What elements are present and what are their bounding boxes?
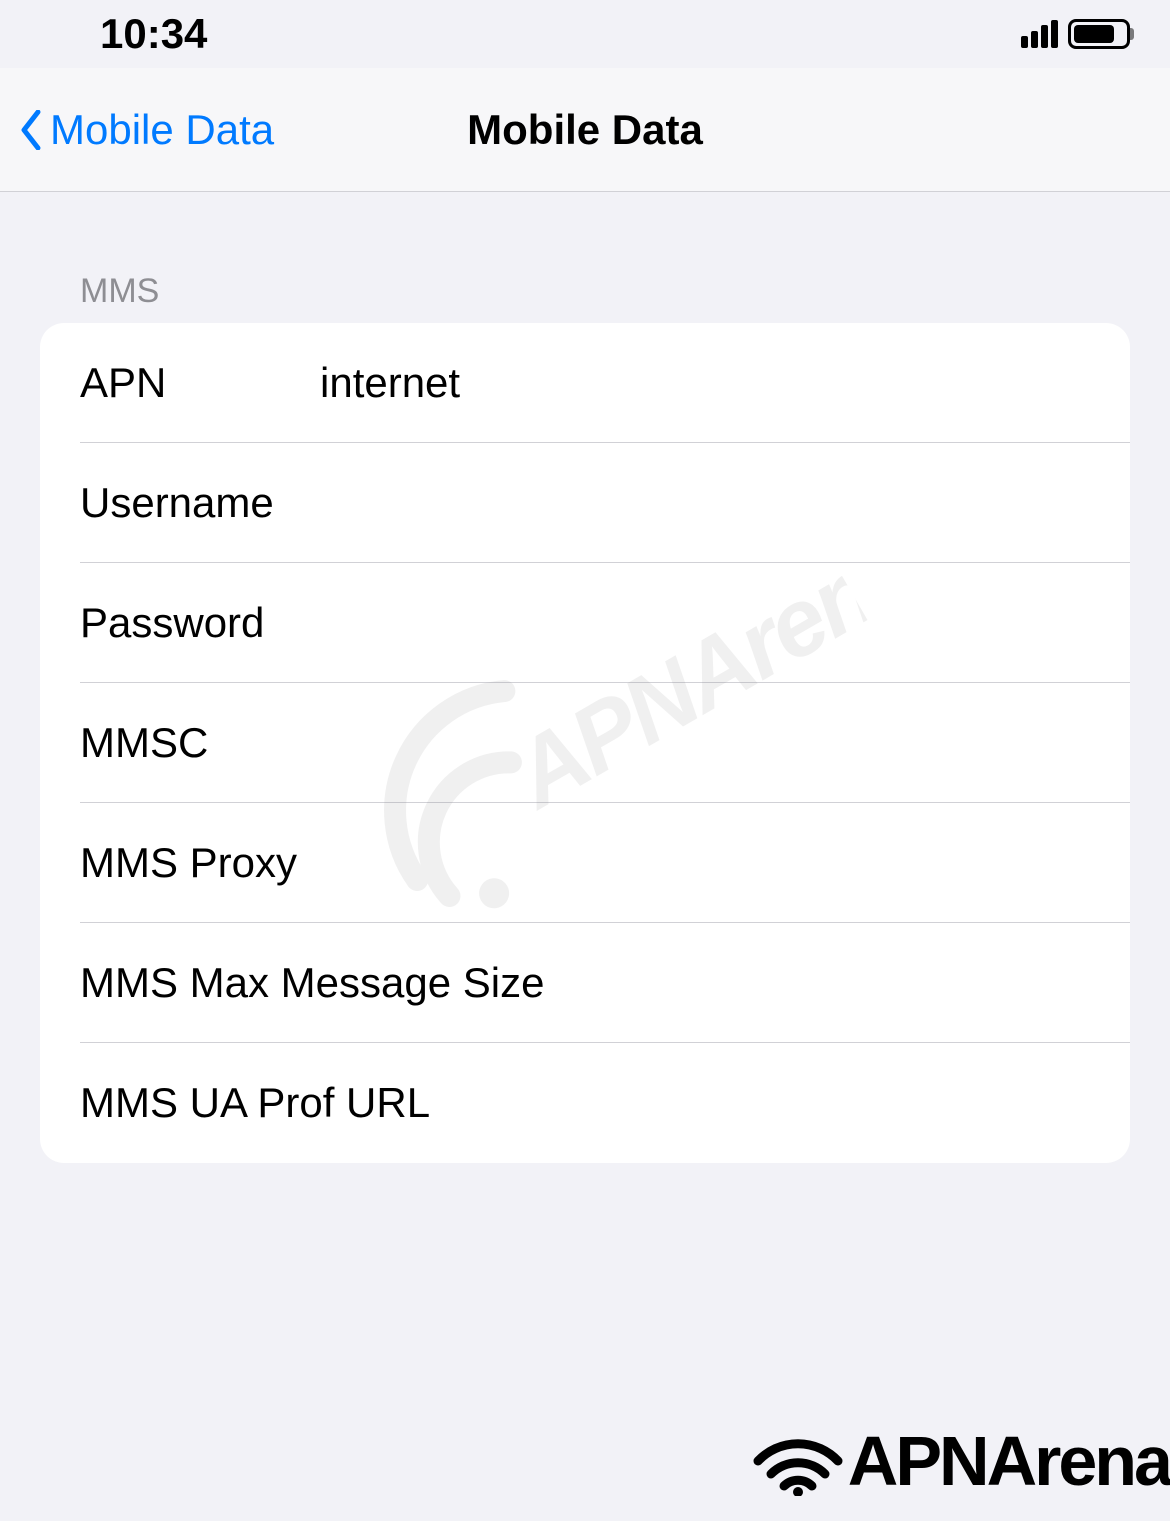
username-label: Username xyxy=(80,479,320,527)
mmsc-label: MMSC xyxy=(80,719,320,767)
status-bar: 10:34 xyxy=(0,0,1170,68)
status-indicators xyxy=(1021,19,1130,49)
apnarena-text: APNArena xyxy=(848,1421,1170,1501)
cellular-signal-icon xyxy=(1021,20,1058,48)
apnarena-logo: APNArena xyxy=(753,1421,1170,1501)
password-row[interactable]: Password xyxy=(40,563,1130,683)
mms-max-size-row[interactable]: MMS Max Message Size xyxy=(40,923,1130,1043)
section-header-mms: MMS xyxy=(40,272,1130,323)
status-time: 10:34 xyxy=(100,10,207,58)
mms-max-size-input[interactable] xyxy=(544,959,1090,1007)
apn-label: APN xyxy=(80,359,320,407)
password-label: Password xyxy=(80,599,320,647)
mmsc-input[interactable] xyxy=(320,719,1090,767)
mmsc-row[interactable]: MMSC xyxy=(40,683,1130,803)
battery-icon xyxy=(1068,19,1130,49)
wifi-icon xyxy=(753,1426,843,1496)
content-area: MMS APN Username Password MMSC MMS Proxy xyxy=(0,192,1170,1163)
apn-input[interactable] xyxy=(320,359,1090,407)
mms-ua-prof-label: MMS UA Prof URL xyxy=(80,1079,430,1127)
mms-settings-group: APN Username Password MMSC MMS Proxy MMS… xyxy=(40,323,1130,1163)
apn-row[interactable]: APN xyxy=(40,323,1130,443)
chevron-left-icon xyxy=(20,110,42,150)
mms-ua-prof-input[interactable] xyxy=(430,1079,1090,1127)
back-label: Mobile Data xyxy=(50,106,274,154)
mms-ua-prof-row[interactable]: MMS UA Prof URL xyxy=(40,1043,1130,1163)
mms-max-size-label: MMS Max Message Size xyxy=(80,959,544,1007)
username-input[interactable] xyxy=(320,479,1090,527)
navigation-bar: Mobile Data Mobile Data xyxy=(0,68,1170,192)
mms-proxy-label: MMS Proxy xyxy=(80,839,297,887)
mms-proxy-row[interactable]: MMS Proxy xyxy=(40,803,1130,923)
password-input[interactable] xyxy=(320,599,1090,647)
mms-proxy-input[interactable] xyxy=(297,839,1090,887)
page-title: Mobile Data xyxy=(467,106,703,154)
back-button[interactable]: Mobile Data xyxy=(0,106,274,154)
username-row[interactable]: Username xyxy=(40,443,1130,563)
